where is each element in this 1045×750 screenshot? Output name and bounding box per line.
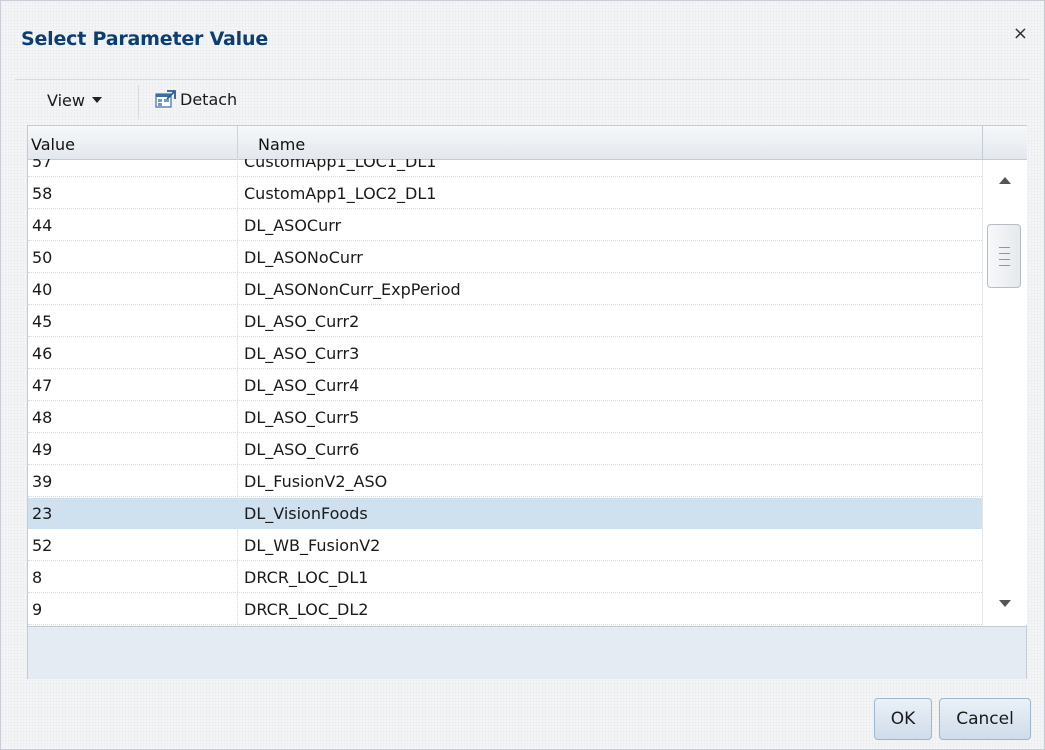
table-row[interactable]: 46 DL_ASO_Curr3 — [28, 338, 982, 369]
cell-value: 52 — [32, 536, 53, 555]
cell-value: 47 — [32, 376, 53, 395]
cell-value: 40 — [32, 280, 53, 299]
toolbar-divider — [138, 85, 139, 119]
column-header-value[interactable]: Value — [31, 126, 231, 159]
table-row[interactable]: 48 DL_ASO_Curr5 — [28, 402, 982, 433]
header-corner — [982, 126, 1027, 160]
cell-name: DRCR_LOC_DL2 — [237, 594, 368, 624]
column-header-name[interactable]: Name — [237, 126, 998, 159]
grip-line — [999, 247, 1010, 248]
cancel-button[interactable]: Cancel — [939, 698, 1031, 740]
table-row[interactable]: 47 DL_ASO_Curr4 — [28, 370, 982, 401]
parameter-table: Value Name 57 CustomApp1_LOC1_DL1 58 Custom… — [27, 125, 1027, 679]
view-menu-label: View — [47, 91, 85, 110]
cell-name: CustomApp1_LOC1_DL1 — [237, 159, 436, 176]
cell-name: DL_ASO_Curr3 — [237, 338, 359, 368]
vertical-scrollbar[interactable] — [982, 160, 1027, 625]
cell-value: 58 — [32, 184, 53, 203]
scrollbar-thumb[interactable] — [987, 224, 1021, 288]
scroll-down-icon[interactable] — [999, 600, 1011, 607]
view-menu-button[interactable]: View — [47, 91, 102, 110]
cell-value: 9 — [32, 600, 43, 619]
table-row[interactable]: 23 DL_VisionFoods — [28, 498, 982, 529]
detach-label: Detach — [180, 90, 238, 109]
cell-name: DL_VisionFoods — [237, 498, 368, 528]
detach-button[interactable]: Detach — [155, 89, 237, 109]
title-divider — [15, 79, 1030, 80]
cell-name: DL_ASO_Curr2 — [237, 306, 359, 336]
cell-value: 39 — [32, 472, 53, 491]
cell-value: 48 — [32, 408, 53, 427]
cell-name: DL_FusionV2_ASO — [237, 466, 387, 496]
chevron-down-icon — [91, 97, 102, 103]
table-row[interactable]: 58 CustomApp1_LOC2_DL1 — [28, 178, 982, 209]
scroll-up-icon[interactable] — [999, 177, 1011, 184]
table-row[interactable]: 49 DL_ASO_Curr6 — [28, 434, 982, 465]
grip-line — [999, 259, 1010, 260]
cell-name: DL_ASONoCurr — [237, 242, 363, 272]
cell-name: DL_ASONonCurr_ExpPeriod — [237, 274, 461, 304]
cell-name: DL_ASO_Curr4 — [237, 370, 359, 400]
dialog-title: Select Parameter Value — [21, 28, 269, 50]
table-row[interactable]: 50 DL_ASONoCurr — [28, 242, 982, 273]
cell-value: 23 — [32, 504, 53, 523]
close-icon[interactable]: × — [1013, 25, 1028, 43]
detach-icon — [155, 90, 176, 108]
cell-value: 57 — [32, 159, 53, 171]
cell-name: DL_ASO_Curr6 — [237, 434, 359, 464]
toolbar: View Detach — [27, 85, 627, 121]
cell-name: DL_WB_FusionV2 — [237, 530, 380, 560]
cell-name: CustomApp1_LOC2_DL1 — [237, 178, 436, 208]
ok-button[interactable]: OK — [874, 698, 932, 740]
table-row[interactable]: 8 DRCR_LOC_DL1 — [28, 562, 982, 593]
table-row[interactable]: 39 DL_FusionV2_ASO — [28, 466, 982, 497]
table-row[interactable]: 40 DL_ASONonCurr_ExpPeriod — [28, 274, 982, 305]
table-row[interactable]: 9 DRCR_LOC_DL2 — [28, 594, 982, 625]
cell-name: DL_ASO_Curr5 — [237, 402, 359, 432]
cell-value: 8 — [32, 568, 43, 587]
cell-value: 45 — [32, 312, 53, 331]
table-header: Value Name — [28, 126, 982, 160]
cell-value: 44 — [32, 216, 53, 235]
table-body: 57 CustomApp1_LOC1_DL1 58 CustomApp1_LOC2_D… — [28, 159, 982, 625]
select-parameter-dialog: Select Parameter Value × View Detach Val… — [0, 0, 1045, 750]
cell-value: 50 — [32, 248, 53, 267]
cell-value: 49 — [32, 440, 53, 459]
cell-name: DRCR_LOC_DL1 — [237, 562, 368, 592]
grip-line — [999, 253, 1010, 254]
table-footer — [28, 626, 1026, 679]
table-row[interactable]: 44 DL_ASOCurr — [28, 210, 982, 241]
cell-name: DL_ASOCurr — [237, 210, 341, 240]
table-row[interactable]: 57 CustomApp1_LOC1_DL1 — [28, 159, 982, 177]
table-row[interactable]: 52 DL_WB_FusionV2 — [28, 530, 982, 561]
table-row[interactable]: 45 DL_ASO_Curr2 — [28, 306, 982, 337]
cell-value: 46 — [32, 344, 53, 363]
grip-line — [999, 265, 1010, 266]
